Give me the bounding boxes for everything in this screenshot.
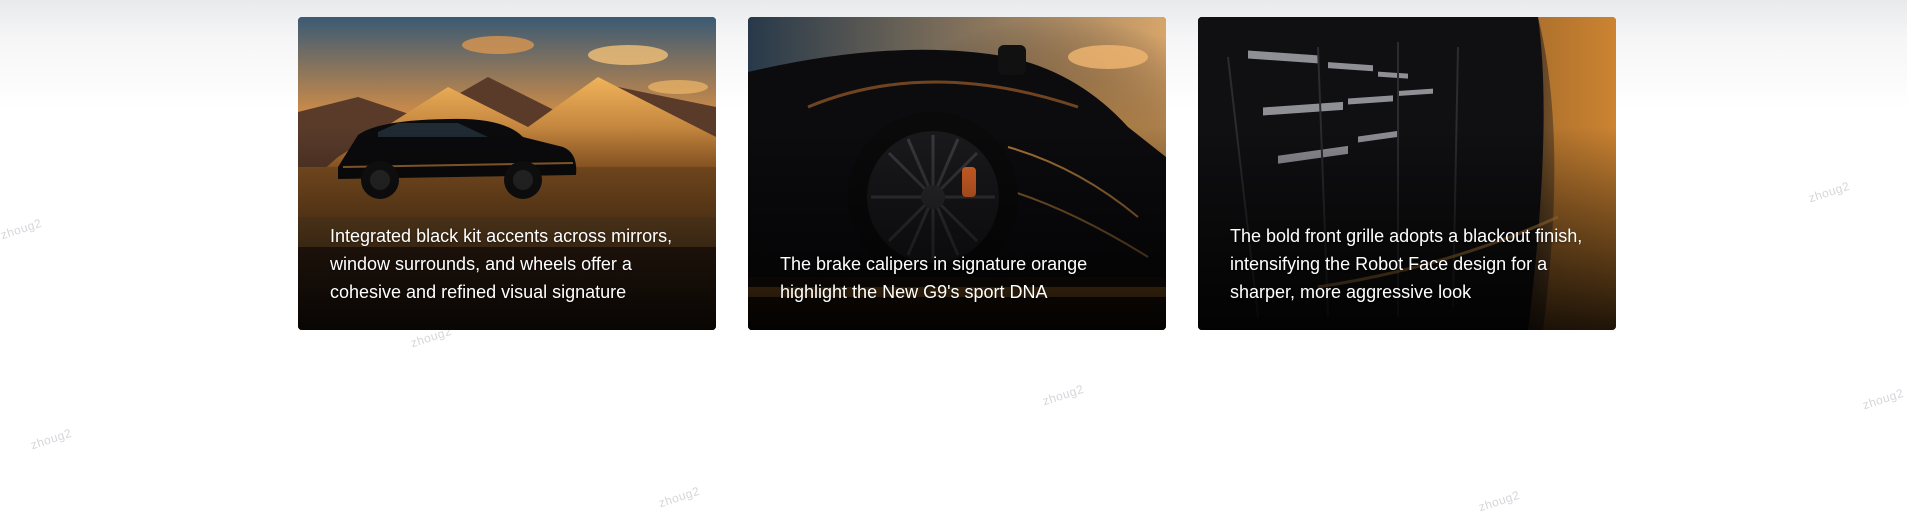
feature-card-front-grille[interactable]: The bold front grille adopts a blackout … bbox=[1198, 17, 1616, 330]
watermark: zhoug2 bbox=[28, 425, 74, 453]
card-caption: The brake calipers in signature orange h… bbox=[780, 254, 1088, 302]
card-caption: Integrated black kit accents across mirr… bbox=[330, 226, 673, 302]
watermark: zhoug2 bbox=[1476, 487, 1522, 512]
feature-card-black-kit[interactable]: Integrated black kit accents across mirr… bbox=[298, 17, 716, 330]
feature-cards: Integrated black kit accents across mirr… bbox=[298, 17, 1616, 330]
feature-card-brake-calipers[interactable]: The brake calipers in signature orange h… bbox=[748, 17, 1166, 330]
watermark: zhoug2 bbox=[0, 215, 44, 243]
watermark: zhoug2 bbox=[656, 483, 702, 511]
watermark: zhoug2 bbox=[1860, 385, 1906, 413]
watermark: zhoug2 bbox=[1806, 178, 1852, 206]
card-caption: The bold front grille adopts a blackout … bbox=[1230, 226, 1583, 302]
page: zhoug2 zhoug2 zhoug2 zhoug2 zhoug2 zhoug… bbox=[0, 0, 1907, 512]
watermark: zhoug2 bbox=[1040, 381, 1086, 409]
